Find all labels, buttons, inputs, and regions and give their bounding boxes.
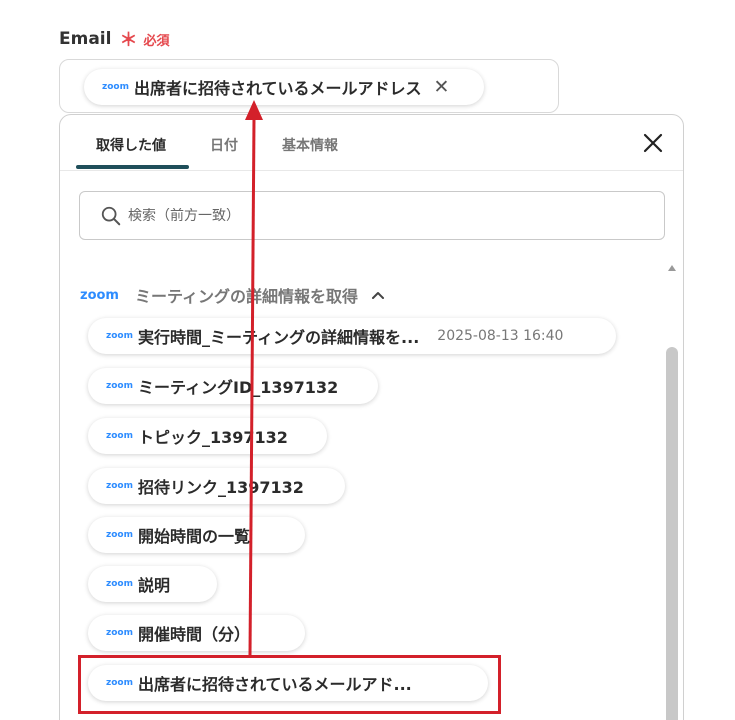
list-item-label: トピック_1397132 (138, 428, 288, 447)
search-icon (101, 206, 121, 225)
zoom-logo-icon: zoom (106, 481, 133, 491)
list-item-label: 説明 (138, 576, 171, 595)
list-item-label: 実行時間_ミーティングの詳細情報を... (138, 328, 420, 347)
list-item[interactable]: zoom 開始時間の一覧 (88, 517, 305, 553)
email-input[interactable]: zoom 出席者に招待されているメールアドレス ✕ (59, 59, 559, 113)
list-item-value: 2025-08-13 16:40 (437, 328, 564, 344)
zoom-logo-icon: zoom (80, 287, 119, 303)
active-tab-indicator (76, 165, 189, 169)
scrollbar-thumb[interactable] (666, 347, 678, 720)
zoom-logo-icon: zoom (106, 579, 133, 589)
field-label-text: Email (59, 29, 112, 49)
list-item[interactable]: zoom 実行時間_ミーティングの詳細情報を... 2025-08-13 16:… (88, 318, 616, 354)
scroll-up-arrow-icon[interactable] (666, 263, 678, 273)
list-item-label: ミーティングID_1397132 (138, 378, 339, 397)
list-item[interactable]: zoom 開催時間（分） (88, 615, 305, 651)
zoom-logo-icon: zoom (102, 82, 129, 92)
close-icon[interactable] (641, 131, 665, 155)
tab-retrieved-values[interactable]: 取得した値 (96, 135, 166, 155)
tab-basic-info[interactable]: 基本情報 (282, 135, 338, 155)
remove-chip-icon[interactable]: ✕ (434, 76, 450, 98)
email-field-label: Email ＊ 必須 (59, 26, 169, 52)
zoom-logo-icon: zoom (106, 331, 133, 341)
search-field[interactable] (79, 191, 665, 240)
zoom-logo-icon: zoom (106, 381, 133, 391)
list-item-label: 開始時間の一覧 (138, 527, 251, 546)
tab-date[interactable]: 日付 (210, 135, 238, 155)
selected-value-text: 出席者に招待されているメールアドレス (134, 79, 422, 98)
chevron-up-icon[interactable] (370, 287, 386, 303)
zoom-logo-icon: zoom (106, 530, 133, 540)
zoom-logo-icon: zoom (106, 628, 133, 638)
search-input[interactable] (128, 207, 628, 224)
list-item-label: 招待リンク_1397132 (138, 478, 304, 497)
list-item-label: 開催時間（分） (138, 625, 251, 644)
zoom-logo-icon: zoom (106, 431, 133, 441)
list-item[interactable]: zoom トピック_1397132 (88, 418, 327, 454)
list-item[interactable]: zoom 説明 (88, 566, 217, 602)
group-title: ミーティングの詳細情報を取得 (135, 287, 359, 306)
list-item[interactable]: zoom 招待リンク_1397132 (88, 468, 345, 504)
highlight-box (78, 655, 501, 714)
required-asterisk: ＊ (119, 30, 138, 51)
required-text: 必須 (143, 33, 170, 49)
popup-tabs: 取得した値 日付 基本情報 (60, 115, 683, 171)
list-item[interactable]: zoom ミーティングID_1397132 (88, 368, 378, 404)
selected-value-chip[interactable]: zoom 出席者に招待されているメールアドレス ✕ (84, 69, 484, 105)
group-header-meeting-details[interactable]: zoom ミーティングの詳細情報を取得 (80, 283, 386, 307)
